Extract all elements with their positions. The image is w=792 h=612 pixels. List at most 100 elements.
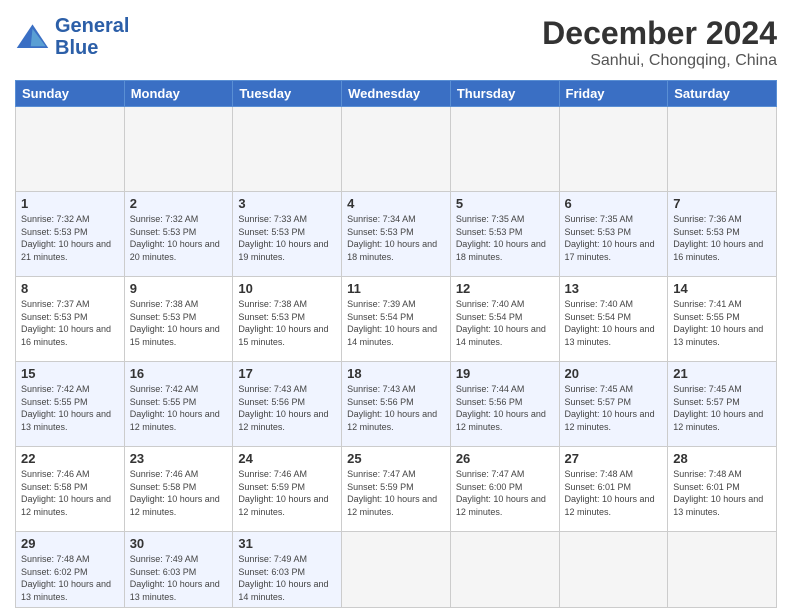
day-info: Sunrise: 7:32 AMSunset: 5:53 PMDaylight:… bbox=[130, 213, 228, 263]
day-number: 26 bbox=[456, 451, 554, 466]
day-info: Sunrise: 7:38 AMSunset: 5:53 PMDaylight:… bbox=[238, 298, 336, 348]
day-info: Sunrise: 7:36 AMSunset: 5:53 PMDaylight:… bbox=[673, 213, 771, 263]
day-info: Sunrise: 7:34 AMSunset: 5:53 PMDaylight:… bbox=[347, 213, 445, 263]
calendar-week-row: 22 Sunrise: 7:46 AMSunset: 5:58 PMDayligh… bbox=[16, 447, 777, 532]
calendar-week-row: 1Sunrise: 7:32 AMSunset: 5:53 PMDaylight… bbox=[16, 192, 777, 277]
weekday-header-thursday: Thursday bbox=[450, 81, 559, 107]
day-number: 2 bbox=[130, 196, 228, 211]
calendar-cell: 30 Sunrise: 7:49 AMSunset: 6:03 PMDayligh… bbox=[124, 532, 233, 608]
day-number: 16 bbox=[130, 366, 228, 381]
day-info: Sunrise: 7:49 AMSunset: 6:03 PMDaylight:… bbox=[130, 553, 228, 603]
day-number: 8 bbox=[21, 281, 119, 296]
day-number: 21 bbox=[673, 366, 771, 381]
weekday-header-saturday: Saturday bbox=[668, 81, 777, 107]
day-number: 12 bbox=[456, 281, 554, 296]
day-number: 17 bbox=[238, 366, 336, 381]
calendar-cell: 15Sunrise: 7:42 AMSunset: 5:55 PMDayligh… bbox=[16, 362, 125, 447]
day-info: Sunrise: 7:44 AMSunset: 5:56 PMDaylight:… bbox=[456, 383, 554, 433]
day-number: 10 bbox=[238, 281, 336, 296]
calendar-cell: 2 Sunrise: 7:32 AMSunset: 5:53 PMDaylight… bbox=[124, 192, 233, 277]
location-title: Sanhui, Chongqing, China bbox=[542, 52, 777, 70]
day-number: 24 bbox=[238, 451, 336, 466]
calendar-cell bbox=[450, 107, 559, 192]
day-number: 4 bbox=[347, 196, 445, 211]
day-number: 3 bbox=[238, 196, 336, 211]
calendar-cell bbox=[450, 532, 559, 608]
calendar-table: SundayMondayTuesdayWednesdayThursdayFrid… bbox=[15, 80, 777, 608]
calendar-cell: 19 Sunrise: 7:44 AMSunset: 5:56 PMDayligh… bbox=[450, 362, 559, 447]
day-info: Sunrise: 7:48 AMSunset: 6:01 PMDaylight:… bbox=[565, 468, 663, 518]
day-number: 31 bbox=[238, 536, 336, 551]
weekday-header-tuesday: Tuesday bbox=[233, 81, 342, 107]
calendar-cell: 24Sunrise: 7:46 AMSunset: 5:59 PMDayligh… bbox=[233, 447, 342, 532]
day-number: 25 bbox=[347, 451, 445, 466]
day-info: Sunrise: 7:33 AMSunset: 5:53 PMDaylight:… bbox=[238, 213, 336, 263]
calendar-cell: 13 Sunrise: 7:40 AMSunset: 5:54 PMDayligh… bbox=[559, 277, 668, 362]
logo-text: General Blue bbox=[55, 15, 129, 59]
calendar-cell: 7 Sunrise: 7:36 AMSunset: 5:53 PMDaylight… bbox=[668, 192, 777, 277]
weekday-header-sunday: Sunday bbox=[16, 81, 125, 107]
logo-icon bbox=[15, 20, 50, 55]
calendar-cell: 26 Sunrise: 7:47 AMSunset: 6:00 PMDayligh… bbox=[450, 447, 559, 532]
day-info: Sunrise: 7:43 AMSunset: 5:56 PMDaylight:… bbox=[347, 383, 445, 433]
calendar-cell bbox=[342, 532, 451, 608]
day-number: 23 bbox=[130, 451, 228, 466]
calendar-cell: 23 Sunrise: 7:46 AMSunset: 5:58 PMDayligh… bbox=[124, 447, 233, 532]
calendar-cell: 27 Sunrise: 7:48 AMSunset: 6:01 PMDayligh… bbox=[559, 447, 668, 532]
calendar-cell: 21 Sunrise: 7:45 AMSunset: 5:57 PMDayligh… bbox=[668, 362, 777, 447]
day-number: 7 bbox=[673, 196, 771, 211]
day-number: 13 bbox=[565, 281, 663, 296]
calendar-cell: 28 Sunrise: 7:48 AMSunset: 6:01 PMDayligh… bbox=[668, 447, 777, 532]
day-info: Sunrise: 7:38 AMSunset: 5:53 PMDaylight:… bbox=[130, 298, 228, 348]
day-info: Sunrise: 7:47 AMSunset: 5:59 PMDaylight:… bbox=[347, 468, 445, 518]
logo-line2: Blue bbox=[55, 37, 129, 59]
day-info: Sunrise: 7:47 AMSunset: 6:00 PMDaylight:… bbox=[456, 468, 554, 518]
calendar-cell bbox=[342, 107, 451, 192]
day-number: 30 bbox=[130, 536, 228, 551]
calendar-cell: 9Sunrise: 7:38 AMSunset: 5:53 PMDaylight… bbox=[124, 277, 233, 362]
day-number: 14 bbox=[673, 281, 771, 296]
day-info: Sunrise: 7:45 AMSunset: 5:57 PMDaylight:… bbox=[673, 383, 771, 433]
page-header: General Blue December 2024 Sanhui, Chong… bbox=[15, 15, 777, 70]
calendar-week-row: 29 Sunrise: 7:48 AMSunset: 6:02 PMDayligh… bbox=[16, 532, 777, 608]
calendar-cell bbox=[559, 532, 668, 608]
day-info: Sunrise: 7:40 AMSunset: 5:54 PMDaylight:… bbox=[565, 298, 663, 348]
day-info: Sunrise: 7:35 AMSunset: 5:53 PMDaylight:… bbox=[565, 213, 663, 263]
weekday-header-wednesday: Wednesday bbox=[342, 81, 451, 107]
day-info: Sunrise: 7:49 AMSunset: 6:03 PMDaylight:… bbox=[238, 553, 336, 603]
calendar-cell: 22 Sunrise: 7:46 AMSunset: 5:58 PMDayligh… bbox=[16, 447, 125, 532]
calendar-cell: 6 Sunrise: 7:35 AMSunset: 5:53 PMDaylight… bbox=[559, 192, 668, 277]
calendar-cell bbox=[233, 107, 342, 192]
day-info: Sunrise: 7:45 AMSunset: 5:57 PMDaylight:… bbox=[565, 383, 663, 433]
day-number: 29 bbox=[21, 536, 119, 551]
calendar-cell: 1Sunrise: 7:32 AMSunset: 5:53 PMDaylight… bbox=[16, 192, 125, 277]
calendar-cell: 3 Sunrise: 7:33 AMSunset: 5:53 PMDaylight… bbox=[233, 192, 342, 277]
day-info: Sunrise: 7:39 AMSunset: 5:54 PMDaylight:… bbox=[347, 298, 445, 348]
day-number: 19 bbox=[456, 366, 554, 381]
day-number: 27 bbox=[565, 451, 663, 466]
day-info: Sunrise: 7:42 AMSunset: 5:55 PMDaylight:… bbox=[130, 383, 228, 433]
day-number: 28 bbox=[673, 451, 771, 466]
day-number: 6 bbox=[565, 196, 663, 211]
calendar-cell bbox=[668, 532, 777, 608]
day-info: Sunrise: 7:41 AMSunset: 5:55 PMDaylight:… bbox=[673, 298, 771, 348]
day-info: Sunrise: 7:32 AMSunset: 5:53 PMDaylight:… bbox=[21, 213, 119, 263]
calendar-cell: 18Sunrise: 7:43 AMSunset: 5:56 PMDayligh… bbox=[342, 362, 451, 447]
day-info: Sunrise: 7:46 AMSunset: 5:58 PMDaylight:… bbox=[21, 468, 119, 518]
calendar-cell: 10 Sunrise: 7:38 AMSunset: 5:53 PMDayligh… bbox=[233, 277, 342, 362]
day-info: Sunrise: 7:37 AMSunset: 5:53 PMDaylight:… bbox=[21, 298, 119, 348]
day-number: 5 bbox=[456, 196, 554, 211]
calendar-cell: 31 Sunrise: 7:49 AMSunset: 6:03 PMDayligh… bbox=[233, 532, 342, 608]
day-number: 22 bbox=[21, 451, 119, 466]
day-info: Sunrise: 7:48 AMSunset: 6:01 PMDaylight:… bbox=[673, 468, 771, 518]
calendar-week-row bbox=[16, 107, 777, 192]
day-info: Sunrise: 7:46 AMSunset: 5:58 PMDaylight:… bbox=[130, 468, 228, 518]
calendar-cell: 25 Sunrise: 7:47 AMSunset: 5:59 PMDayligh… bbox=[342, 447, 451, 532]
calendar-cell bbox=[559, 107, 668, 192]
calendar-cell: 5Sunrise: 7:35 AMSunset: 5:53 PMDaylight… bbox=[450, 192, 559, 277]
calendar-week-row: 15Sunrise: 7:42 AMSunset: 5:55 PMDayligh… bbox=[16, 362, 777, 447]
calendar-cell: 4 Sunrise: 7:34 AMSunset: 5:53 PMDaylight… bbox=[342, 192, 451, 277]
month-title: December 2024 bbox=[542, 15, 777, 52]
day-info: Sunrise: 7:48 AMSunset: 6:02 PMDaylight:… bbox=[21, 553, 119, 603]
day-info: Sunrise: 7:42 AMSunset: 5:55 PMDaylight:… bbox=[21, 383, 119, 433]
